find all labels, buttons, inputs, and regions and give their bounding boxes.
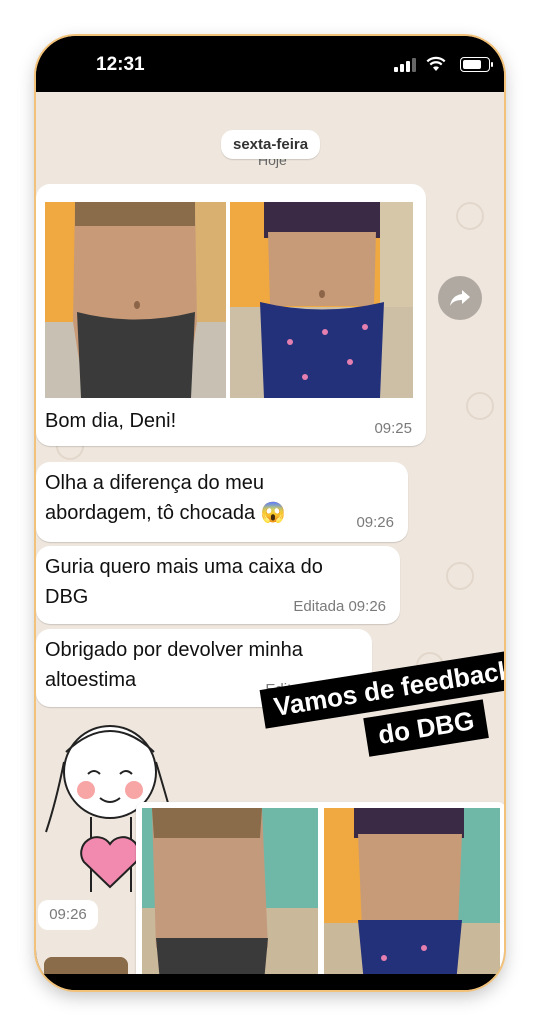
photo-time-bubble: 09:26 bbox=[38, 900, 98, 930]
date-pill: sexta-feira bbox=[221, 130, 321, 159]
message-text: Bom dia, Deni! bbox=[45, 410, 177, 432]
phone-frame: 12:31 Hoje sexta-feira Bom dia, Deni! 09… bbox=[36, 36, 504, 990]
battery-icon bbox=[460, 57, 493, 72]
message-time: 09:25 bbox=[374, 420, 412, 437]
message-text-line-1: Olha a diferença do meu bbox=[45, 472, 265, 494]
message-text-line-1: Obrigado por devolver minha bbox=[45, 639, 303, 661]
status-time: 12:31 bbox=[96, 54, 145, 75]
photo-before-2[interactable] bbox=[142, 808, 318, 974]
photo-message-bubble-2[interactable] bbox=[136, 802, 504, 974]
message-time: Editada 09:26 bbox=[293, 598, 386, 615]
message-text-line-2: DBG bbox=[45, 586, 89, 608]
home-indicator-bar bbox=[36, 974, 504, 990]
photo-before[interactable] bbox=[45, 202, 226, 398]
message-bubble[interactable]: Guria quero mais uma caixa do DBG Editad… bbox=[36, 546, 400, 624]
chat-area[interactable]: Hoje sexta-feira Bom dia, Deni! 09:25 Ol… bbox=[36, 92, 504, 974]
forward-arrow-icon[interactable] bbox=[438, 276, 482, 320]
message-text-line-1: Guria quero mais uma caixa do bbox=[45, 556, 323, 578]
photo-after-2[interactable] bbox=[324, 808, 500, 974]
message-time: 09:26 bbox=[356, 514, 394, 531]
wifi-icon bbox=[426, 56, 446, 71]
message-text-line-2: altoestima bbox=[45, 669, 137, 691]
cellular-signal-icon bbox=[394, 58, 416, 72]
photo-after[interactable] bbox=[230, 202, 413, 398]
message-bubble[interactable]: Olha a diferença do meu abordagem, tô ch… bbox=[36, 462, 408, 542]
photo-partial[interactable] bbox=[44, 957, 128, 974]
status-bar: 12:31 bbox=[36, 36, 504, 92]
scream-emoji: 😱 bbox=[260, 502, 286, 524]
message-text-line-2: abordagem, tô chocada bbox=[45, 502, 256, 524]
photo-message-bubble[interactable]: Bom dia, Deni! 09:25 bbox=[36, 184, 426, 446]
